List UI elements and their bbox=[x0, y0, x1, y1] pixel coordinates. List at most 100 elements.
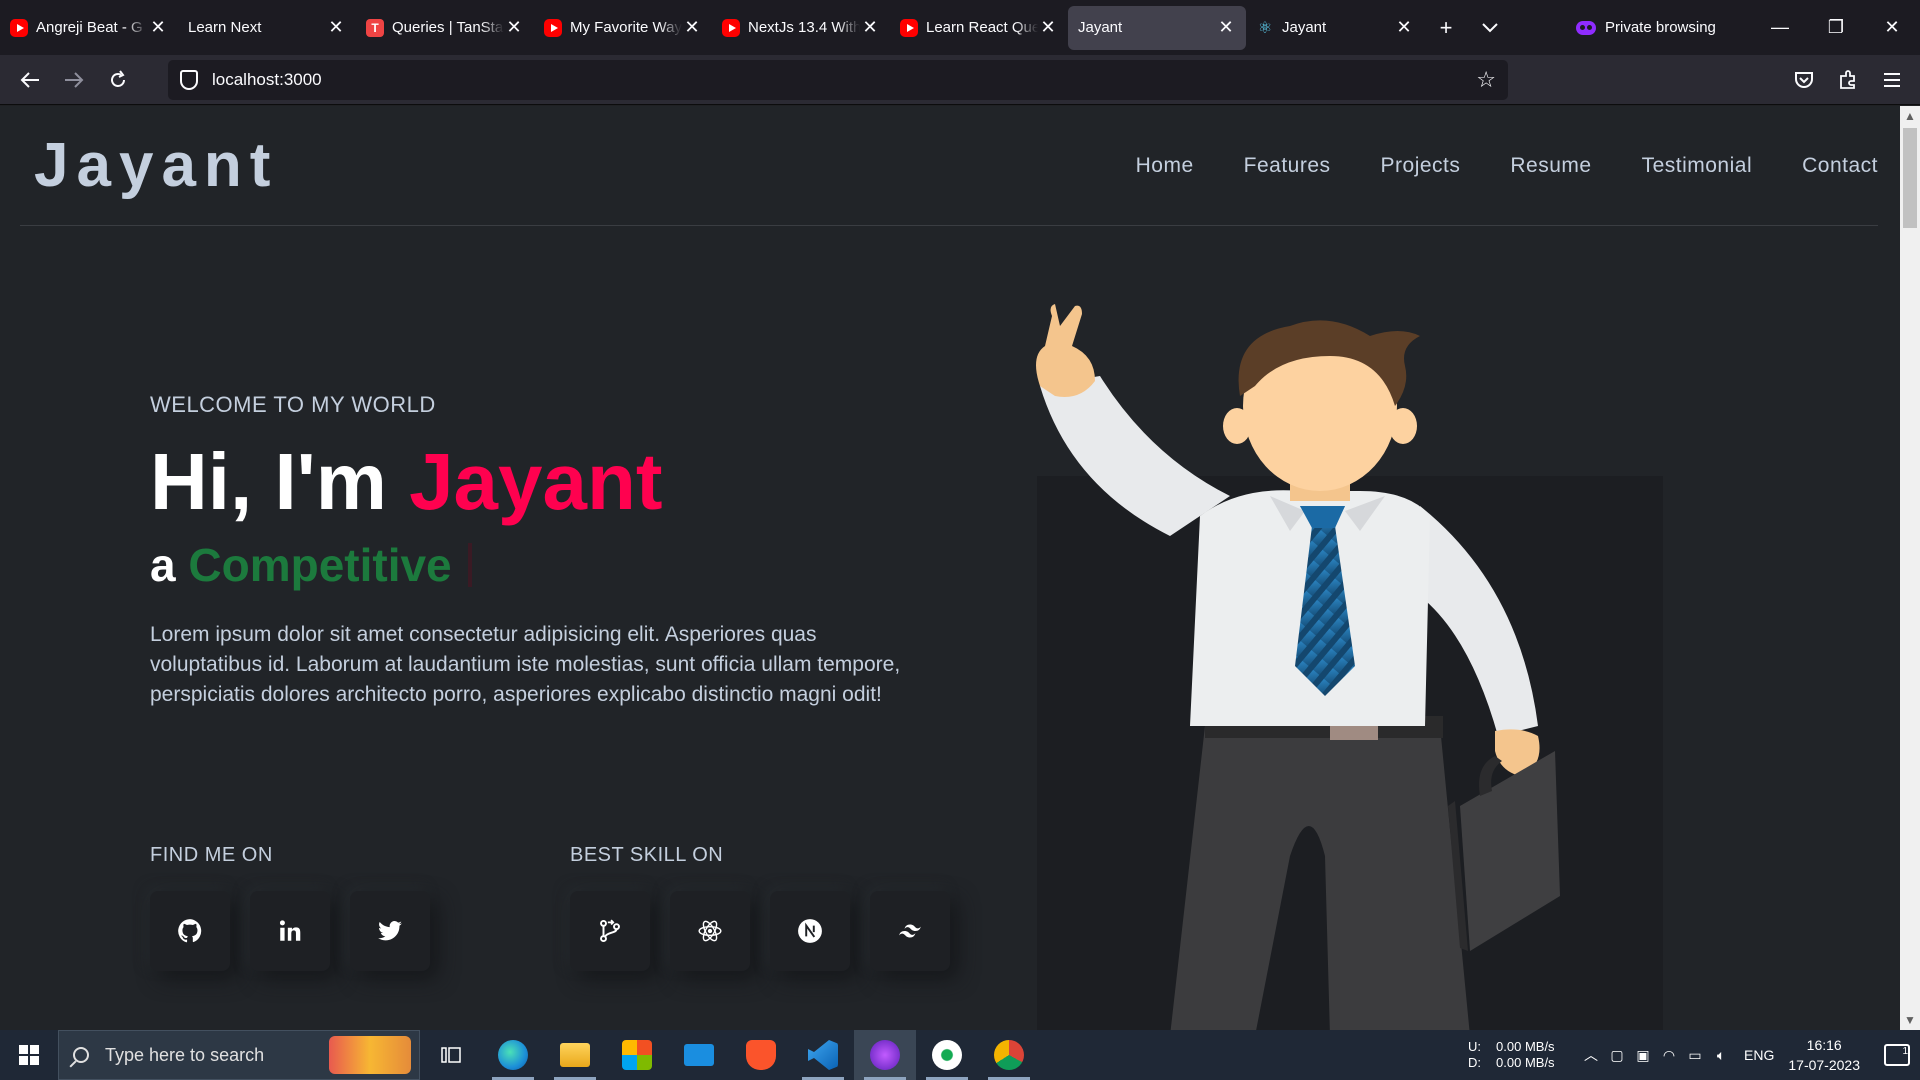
taskbar-store[interactable] bbox=[606, 1030, 668, 1080]
nextjs-skill-button[interactable] bbox=[770, 891, 850, 971]
tab-tanstack-queries[interactable]: T Queries | TanSta ✕ bbox=[356, 6, 534, 50]
typing-cursor bbox=[467, 543, 472, 587]
extensions-button[interactable] bbox=[1826, 60, 1870, 100]
tab-learn-react-query[interactable]: Learn React Que ✕ bbox=[890, 6, 1068, 50]
store-icon bbox=[622, 1040, 652, 1070]
linkedin-button[interactable] bbox=[250, 891, 330, 971]
react-skill-button[interactable] bbox=[670, 891, 750, 971]
mail-icon bbox=[684, 1044, 714, 1066]
pocket-icon bbox=[1795, 71, 1813, 88]
show-hidden-icons-chevron-icon[interactable]: ︿ bbox=[1578, 1045, 1604, 1065]
network-speed-meter: U: 0.00 MB/s D: 0.00 MB/s bbox=[1468, 1040, 1566, 1070]
system-tray: U: 0.00 MB/s D: 0.00 MB/s ︿ ▢ ▣ ◠ ▭ 🔈︎ ENG… bbox=[1468, 1030, 1920, 1080]
download-label: D: bbox=[1468, 1055, 1482, 1070]
input-language[interactable]: ENG bbox=[1744, 1047, 1774, 1063]
close-tab-icon[interactable]: ✕ bbox=[326, 17, 346, 38]
close-tab-icon[interactable]: ✕ bbox=[1394, 17, 1414, 38]
tanstack-icon: T bbox=[366, 18, 384, 37]
new-tab-button[interactable]: + bbox=[1424, 6, 1468, 50]
meet-now-icon[interactable]: ▢ bbox=[1604, 1047, 1630, 1064]
close-tab-icon[interactable]: ✕ bbox=[1216, 17, 1236, 38]
close-tab-icon[interactable]: ✕ bbox=[1038, 17, 1058, 38]
role-prefix: a bbox=[150, 539, 189, 591]
volume-icon[interactable]: 🔈︎ bbox=[1708, 1047, 1734, 1064]
taskbar-mongodb-compass[interactable] bbox=[916, 1030, 978, 1080]
tab-title: NextJs 13.4 With bbox=[748, 19, 860, 36]
hero-description: Lorem ipsum dolor sit amet consectetur a… bbox=[150, 623, 901, 706]
site-logo[interactable]: Jayant bbox=[34, 130, 278, 201]
taskbar-brave[interactable] bbox=[730, 1030, 792, 1080]
menu-testimonial[interactable]: Testimonial bbox=[1642, 154, 1753, 178]
taskbar-mail[interactable] bbox=[668, 1030, 730, 1080]
folder-icon bbox=[560, 1043, 590, 1067]
search-icon bbox=[73, 1047, 89, 1063]
chevron-down-icon bbox=[1482, 22, 1498, 32]
address-bar[interactable]: localhost:3000 ☆ bbox=[0, 59, 1508, 179]
reload-icon bbox=[111, 69, 125, 87]
menu-features[interactable]: Features bbox=[1244, 154, 1331, 178]
close-tab-icon[interactable]: ✕ bbox=[682, 17, 702, 38]
page-scrollbar[interactable]: ▲ ▼ bbox=[1900, 106, 1920, 1030]
tab-learn-next[interactable]: Learn Next ✕ bbox=[178, 6, 356, 50]
role-line: a Competitive bbox=[150, 538, 472, 592]
app-menu-button[interactable] bbox=[1870, 60, 1914, 100]
private-browsing-indicator: Private browsing bbox=[1576, 19, 1716, 36]
close-tab-icon[interactable]: ✕ bbox=[860, 17, 880, 38]
browser-tab-bar: Angreji Beat - G ✕ Learn Next ✕ T Querie… bbox=[0, 0, 1920, 55]
scroll-down-arrow-icon[interactable]: ▼ bbox=[1900, 1010, 1920, 1030]
react-icon: ⚛ bbox=[1257, 19, 1273, 37]
brave-icon bbox=[746, 1040, 776, 1070]
tab-angreji-beat[interactable]: Angreji Beat - G ✕ bbox=[0, 6, 178, 50]
menu-projects[interactable]: Projects bbox=[1381, 154, 1461, 178]
tab-title: Angreji Beat - G bbox=[36, 19, 143, 36]
close-tab-icon[interactable]: ✕ bbox=[504, 17, 524, 38]
bookmark-star-icon[interactable]: ☆ bbox=[1476, 67, 1496, 93]
battery-icon[interactable]: ▭ bbox=[1682, 1047, 1708, 1064]
wifi-icon[interactable]: ◠ bbox=[1656, 1047, 1682, 1064]
close-window-button[interactable]: ✕ bbox=[1864, 0, 1920, 55]
close-tab-icon[interactable]: ✕ bbox=[148, 17, 168, 38]
task-view-button[interactable] bbox=[420, 1030, 482, 1080]
notification-center-button[interactable]: 1 bbox=[1884, 1044, 1910, 1066]
menu-contact[interactable]: Contact bbox=[1802, 154, 1878, 178]
pocket-button[interactable] bbox=[1782, 60, 1826, 100]
url-text[interactable]: localhost:3000 bbox=[212, 70, 1476, 90]
minimize-button[interactable]: — bbox=[1752, 0, 1808, 55]
start-button[interactable] bbox=[0, 1030, 58, 1080]
restore-button[interactable]: ❐ bbox=[1808, 0, 1864, 55]
puzzle-icon bbox=[1840, 69, 1855, 89]
task-view-icon bbox=[441, 1047, 461, 1063]
notification-count: 1 bbox=[1902, 1046, 1908, 1057]
taskbar-vscode[interactable] bbox=[792, 1030, 854, 1080]
git-skill-button[interactable] bbox=[570, 891, 650, 971]
hero-name: Jayant bbox=[409, 437, 663, 526]
taskbar-search-box[interactable]: Type here to search bbox=[58, 1030, 420, 1080]
taskbar-chrome[interactable] bbox=[978, 1030, 1040, 1080]
forward-button[interactable] bbox=[52, 60, 96, 100]
github-button[interactable] bbox=[150, 891, 230, 971]
scroll-up-arrow-icon[interactable]: ▲ bbox=[1900, 106, 1920, 126]
tailwind-skill-button[interactable] bbox=[870, 891, 950, 971]
list-tabs-button[interactable] bbox=[1468, 6, 1512, 50]
edge-icon bbox=[498, 1040, 528, 1070]
taskbar-firefox-private[interactable] bbox=[854, 1030, 916, 1080]
reload-button[interactable] bbox=[96, 60, 140, 100]
youtube-icon bbox=[10, 18, 28, 37]
scroll-thumb[interactable] bbox=[1903, 128, 1917, 228]
menu-resume[interactable]: Resume bbox=[1510, 154, 1591, 178]
upload-label: U: bbox=[1468, 1039, 1482, 1054]
tab-favorite-way[interactable]: My Favorite Way ✕ bbox=[534, 6, 712, 50]
upload-speed: 0.00 MB/s bbox=[1496, 1039, 1555, 1054]
tab-nextjs-13-4[interactable]: NextJs 13.4 With ✕ bbox=[712, 6, 890, 50]
taskbar-clock[interactable]: 16:16 17-07-2023 bbox=[1788, 1035, 1860, 1075]
taskbar-file-explorer[interactable] bbox=[544, 1030, 606, 1080]
twitter-button[interactable] bbox=[350, 891, 430, 971]
search-highlight-image bbox=[329, 1036, 411, 1074]
tab-jayant-active[interactable]: Jayant ✕ bbox=[1068, 5, 1246, 50]
back-button[interactable] bbox=[8, 60, 52, 100]
display-icon[interactable]: ▣ bbox=[1630, 1047, 1656, 1064]
tab-jayant[interactable]: ⚛ Jayant ✕ bbox=[1246, 6, 1424, 50]
menu-home[interactable]: Home bbox=[1136, 154, 1194, 178]
tracking-protection-icon[interactable] bbox=[180, 69, 198, 90]
taskbar-edge[interactable] bbox=[482, 1030, 544, 1080]
